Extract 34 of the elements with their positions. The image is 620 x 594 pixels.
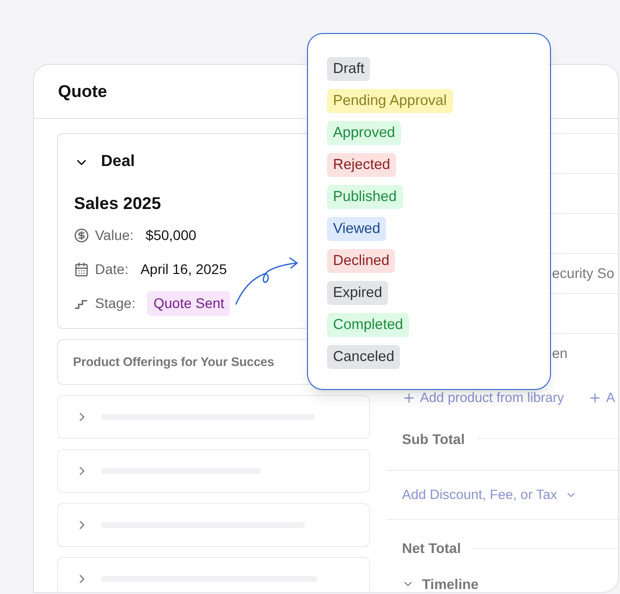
stage-tag: Quote Sent: [147, 291, 230, 316]
field-label: Date:: [95, 260, 128, 279]
row-text: en: [552, 344, 568, 363]
calendar-icon: [74, 262, 89, 277]
card-title: Quote: [58, 80, 108, 103]
stage-option[interactable]: Declined: [327, 249, 396, 273]
product-row[interactable]: [57, 395, 370, 439]
product-row[interactable]: [57, 557, 370, 592]
field-value: $50,000: [146, 226, 196, 245]
offerings-title: Product Offerings for Your Succes: [73, 354, 274, 371]
field-label: Value:: [95, 226, 134, 245]
stage-option[interactable]: Published: [327, 185, 403, 209]
net-total-label: Net Total: [402, 538, 461, 558]
timeline-toggle[interactable]: Timeline: [386, 576, 618, 592]
stage-option[interactable]: Viewed: [327, 217, 386, 241]
plus-icon: [402, 391, 416, 405]
stage-option[interactable]: Draft: [327, 57, 370, 81]
stage-option[interactable]: Completed: [327, 313, 410, 337]
stage-option[interactable]: Approved: [327, 121, 402, 145]
row-text: ecurity So: [552, 264, 614, 283]
field-label: Stage:: [95, 294, 136, 313]
product-row[interactable]: [57, 503, 370, 547]
stage-option[interactable]: Expired: [327, 281, 388, 305]
stage-option[interactable]: Rejected: [327, 153, 396, 177]
stage-option[interactable]: Pending Approval: [327, 89, 453, 113]
stage-option[interactable]: Canceled: [327, 345, 400, 369]
field-value: April 16, 2025: [140, 260, 227, 279]
sub-total-label: Sub Total: [402, 430, 465, 449]
plus-icon: [588, 391, 602, 405]
dollar-icon: [74, 228, 89, 243]
add-link[interactable]: A: [588, 388, 616, 408]
add-link[interactable]: Add product from library: [402, 388, 564, 408]
discount-dropdown[interactable]: Add Discount, Fee, or Tax: [402, 484, 578, 506]
product-row[interactable]: [57, 449, 370, 493]
